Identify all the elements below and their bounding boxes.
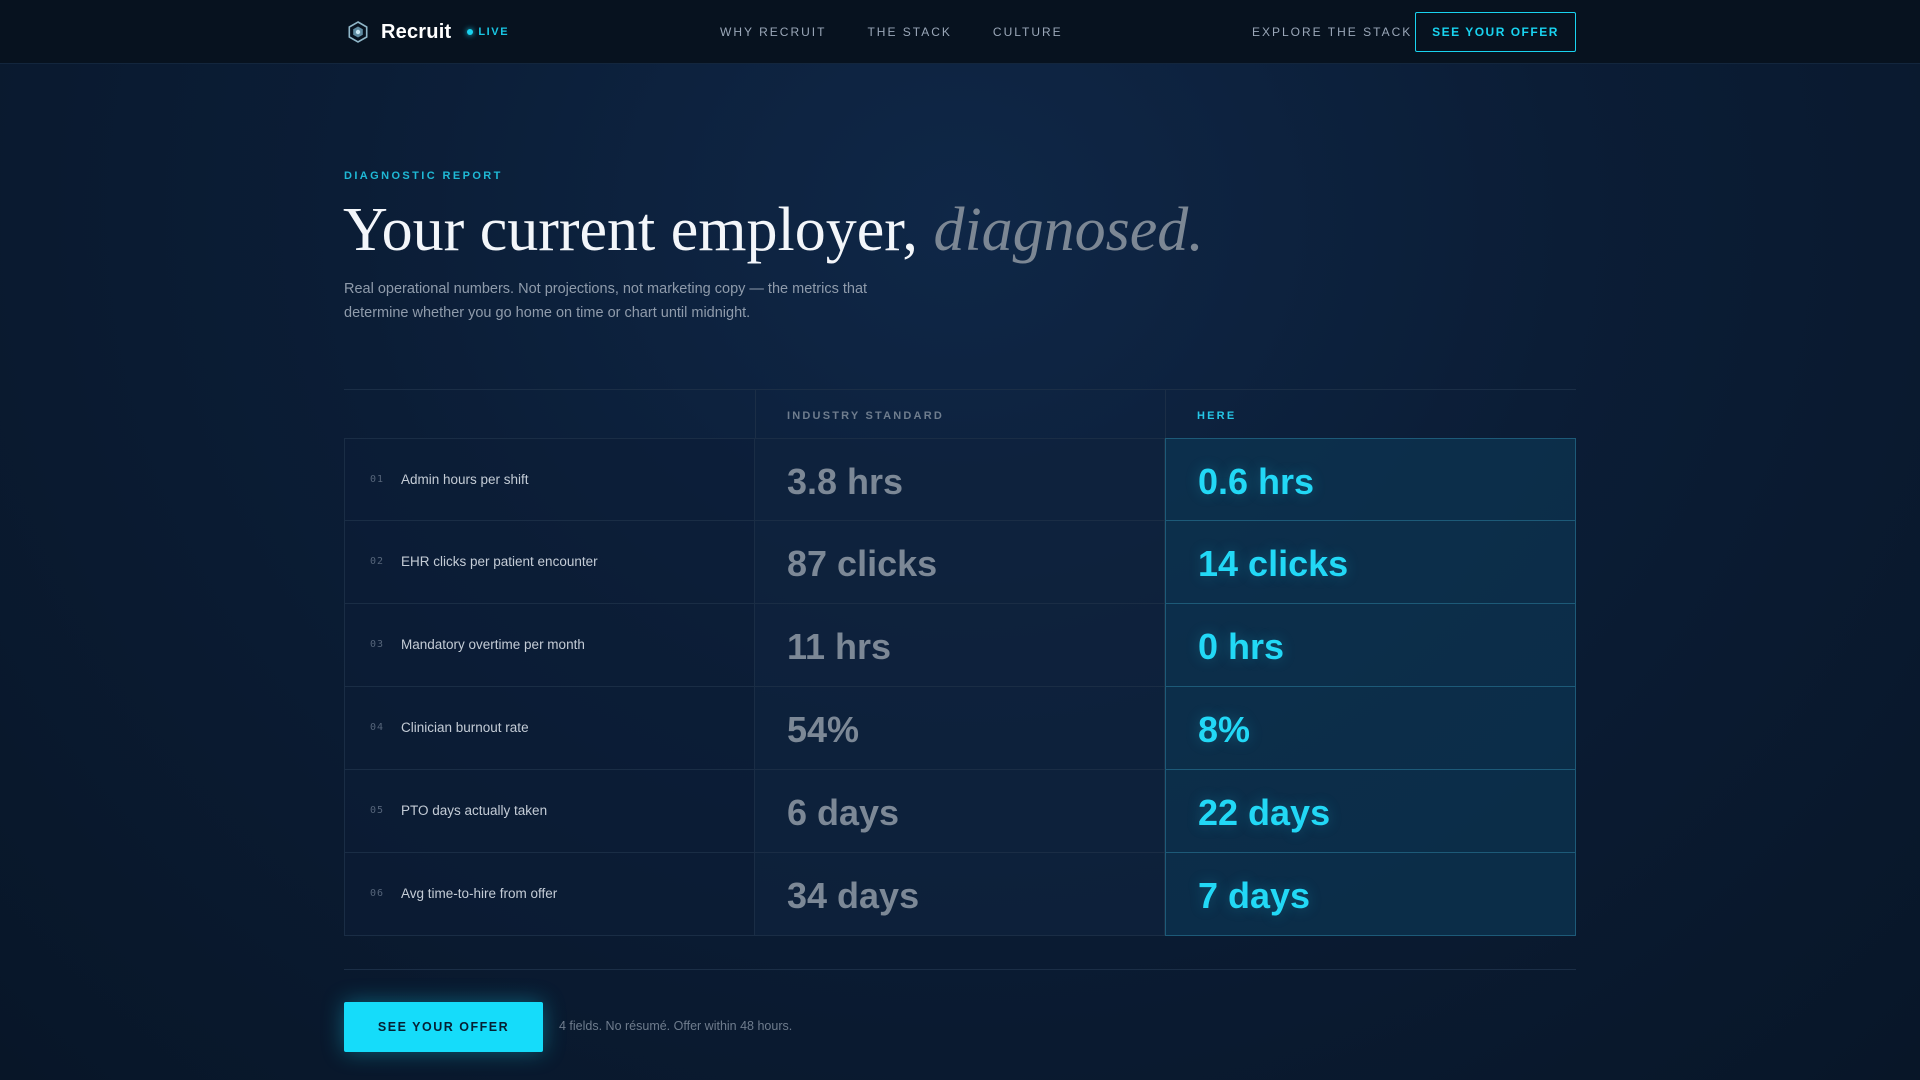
live-label: LIVE [478,26,510,38]
table-header: INDUSTRY STANDARD HERE [344,389,1576,439]
metric-label: Mandatory overtime per month [401,637,585,652]
here-cell: 22 days [1165,770,1576,853]
column-header-here: HERE [1197,410,1237,422]
metric-label: Avg time-to-hire from offer [401,886,558,901]
cta-note: 4 fields. No résumé. Offer within 48 hou… [559,1019,793,1033]
metric-cell: 03 Mandatory overtime per month [344,604,755,687]
standard-cell: 54% [755,687,1165,770]
metric-label: Clinician burnout rate [401,720,529,735]
metric-cell: 06 Avg time-to-hire from offer [344,853,755,936]
column-header-industry-standard: INDUSTRY STANDARD [787,410,944,422]
metric-cell: 04 Clinician burnout rate [344,687,755,770]
section-divider [344,969,1576,970]
here-cell: 0 hrs [1165,604,1576,687]
top-nav: Recruit LIVE WHY RECRUIT THE STACK CULTU… [0,0,1920,64]
table-row: 01 Admin hours per shift 3.8 hrs 0.6 hrs [344,438,1576,521]
eyebrow-label: DIAGNOSTIC REPORT [344,170,503,182]
table-body: 01 Admin hours per shift 3.8 hrs 0.6 hrs… [344,438,1576,936]
metric-cell: 05 PTO days actually taken [344,770,755,853]
standard-cell: 11 hrs [755,604,1165,687]
see-your-offer-button[interactable]: SEE YOUR OFFER [344,1002,543,1052]
table-row: 02 EHR clicks per patient encounter 87 c… [344,521,1576,604]
here-cell: 14 clicks [1165,521,1576,604]
table-row: 05 PTO days actually taken 6 days 22 day… [344,770,1576,853]
standard-value: 11 hrs [787,626,892,667]
nav-link-culture[interactable]: CULTURE [993,25,1063,39]
table-row: 04 Clinician burnout rate 54% 8% [344,687,1576,770]
nav-link-why-recruit[interactable]: WHY RECRUIT [720,25,826,39]
here-value: 0 hrs [1198,626,1285,667]
standard-value: 87 clicks [787,543,938,584]
nav-link-the-stack[interactable]: THE STACK [867,25,951,39]
standard-value: 54% [787,709,860,750]
brand-name: Recruit [381,20,452,43]
row-number: 02 [370,556,385,567]
metric-label: Admin hours per shift [401,472,529,487]
header-divider [755,389,756,439]
nav-links: WHY RECRUIT THE STACK CULTURE [720,25,1104,39]
row-number: 01 [370,474,385,485]
row-number: 03 [370,639,385,650]
live-indicator: LIVE [467,26,509,38]
brand[interactable]: Recruit LIVE [347,18,509,46]
header-divider [1165,389,1166,439]
here-value: 0.6 hrs [1198,461,1315,502]
metric-cell: 02 EHR clicks per patient encounter [344,521,755,604]
hero-subcopy: Real operational numbers. Not projection… [344,281,868,321]
metric-label: PTO days actually taken [401,803,548,818]
standard-value: 34 days [787,875,920,916]
headline-main: Your current employer, [343,196,918,264]
live-dot-icon [467,29,474,35]
here-cell: 8% [1165,687,1576,770]
standard-cell: 87 clicks [755,521,1165,604]
row-number: 06 [370,888,385,899]
row-number: 05 [370,805,385,816]
page-title: Your current employer, diagnosed. [343,195,1204,266]
table-row: 03 Mandatory overtime per month 11 hrs 0… [344,604,1576,687]
standard-cell: 6 days [755,770,1165,853]
metric-cell: 01 Admin hours per shift [344,438,755,521]
standard-cell: 34 days [755,853,1165,936]
here-value: 8% [1198,709,1251,750]
metric-label: EHR clicks per patient encounter [401,554,598,569]
explore-the-stack-link[interactable]: EXPLORE THE STACK [1252,25,1412,39]
standard-value: 6 days [787,792,900,833]
here-cell: 7 days [1165,853,1576,936]
nav-see-your-offer-button[interactable]: SEE YOUR OFFER [1415,12,1576,52]
table-row: 06 Avg time-to-hire from offer 34 days 7… [344,853,1576,936]
here-value: 22 days [1198,792,1331,833]
standard-value: 3.8 hrs [787,461,904,502]
brand-logo-icon [347,21,369,43]
here-value: 7 days [1198,875,1311,916]
row-number: 04 [370,722,385,733]
here-cell: 0.6 hrs [1165,438,1576,521]
here-value: 14 clicks [1198,543,1349,584]
headline-accent: diagnosed. [933,196,1204,264]
standard-cell: 3.8 hrs [755,438,1165,521]
